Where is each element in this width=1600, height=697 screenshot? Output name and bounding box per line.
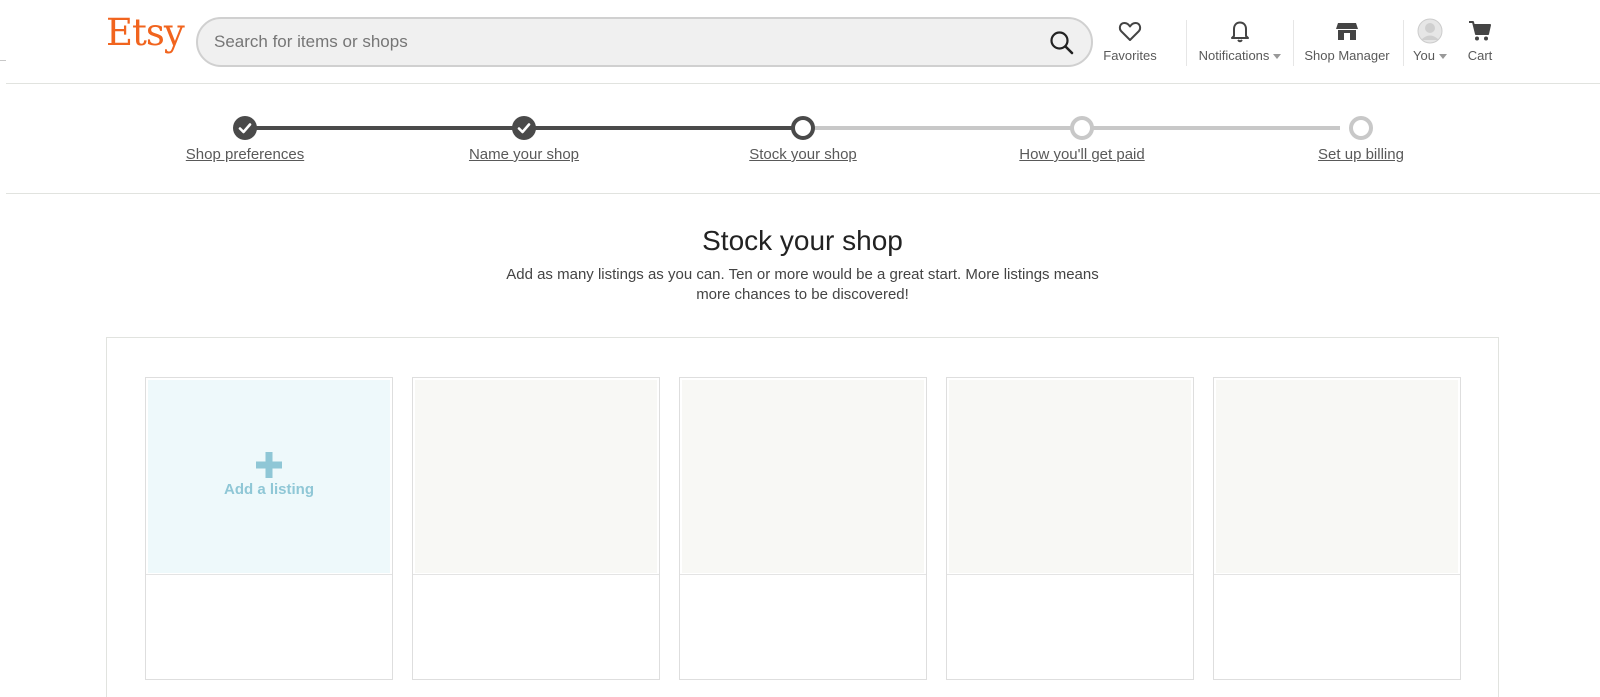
listing-placeholder-card (946, 377, 1194, 680)
step-check-icon (512, 116, 536, 140)
nav-notifications[interactable]: Notifications (1194, 18, 1286, 66)
plus-icon (256, 452, 282, 483)
search-input[interactable] (214, 19, 1014, 65)
nav-label-text: You (1413, 48, 1435, 63)
nav-shop-manager[interactable]: Shop Manager (1302, 18, 1392, 66)
step-pending-marker (1349, 116, 1373, 140)
nav-cart[interactable]: Cart (1460, 18, 1500, 66)
nav-label: Shop Manager (1304, 48, 1390, 63)
nav-label-text: Notifications (1198, 48, 1270, 63)
nav-label: Cart (1467, 48, 1493, 63)
step-shop-preferences[interactable]: Shop preferences (186, 146, 304, 163)
step-check-icon (233, 116, 257, 140)
step-stock-your-shop[interactable]: Stock your shop (749, 146, 857, 163)
progress-track-remaining (792, 126, 1340, 130)
listing-image-placeholder (682, 380, 924, 573)
add-listing-label: Add a listing (224, 481, 314, 498)
bell-icon (1229, 18, 1251, 44)
caret-down-icon (1273, 54, 1282, 60)
step-current-marker (791, 116, 815, 140)
heart-icon (1118, 18, 1142, 44)
nav-label: Favorites (1103, 48, 1157, 63)
nav-favorites[interactable]: Favorites (1100, 18, 1160, 66)
listings-panel: Add a listing (106, 337, 1499, 697)
search-icon[interactable] (1047, 28, 1077, 58)
card-divider (947, 574, 1193, 575)
caret-down-icon (1438, 54, 1447, 60)
listing-image-placeholder (415, 380, 657, 573)
nav-divider (1293, 20, 1294, 66)
card-divider (146, 574, 392, 575)
site-header: Etsy Favorites Notifications Shop Manage… (6, 0, 1600, 84)
avatar-icon (1417, 18, 1443, 44)
nav-label: Notifications (1199, 48, 1282, 63)
nav-divider (1186, 20, 1187, 66)
step-name-your-shop[interactable]: Name your shop (469, 146, 579, 163)
listing-placeholder-card (412, 377, 660, 680)
shop-icon (1335, 18, 1359, 44)
listing-image-placeholder (1216, 380, 1458, 573)
cart-icon (1468, 18, 1492, 44)
nav-you[interactable]: You (1408, 18, 1452, 66)
listing-image-placeholder (949, 380, 1191, 573)
step-set-up-billing[interactable]: Set up billing (1318, 146, 1404, 163)
card-divider (1214, 574, 1460, 575)
card-divider (413, 574, 659, 575)
etsy-logo[interactable]: Etsy (106, 14, 185, 51)
step-how-youll-get-paid[interactable]: How you'll get paid (1019, 146, 1144, 163)
step-pending-marker (1070, 116, 1094, 140)
listing-placeholder-card (1213, 377, 1461, 680)
add-listing-area: Add a listing (148, 380, 390, 573)
listing-placeholder-card (679, 377, 927, 680)
nav-divider (1403, 20, 1404, 66)
add-listing-card[interactable]: Add a listing (145, 377, 393, 680)
search-bar (196, 17, 1093, 67)
nav-label: You (1413, 48, 1447, 63)
onboarding-stepper: Shop preferences Name your shop Stock yo… (6, 84, 1600, 194)
page-title: Stock your shop (702, 225, 903, 256)
card-divider (680, 574, 926, 575)
page-subtitle: Add as many listings as you can. Ten or … (506, 266, 1099, 303)
